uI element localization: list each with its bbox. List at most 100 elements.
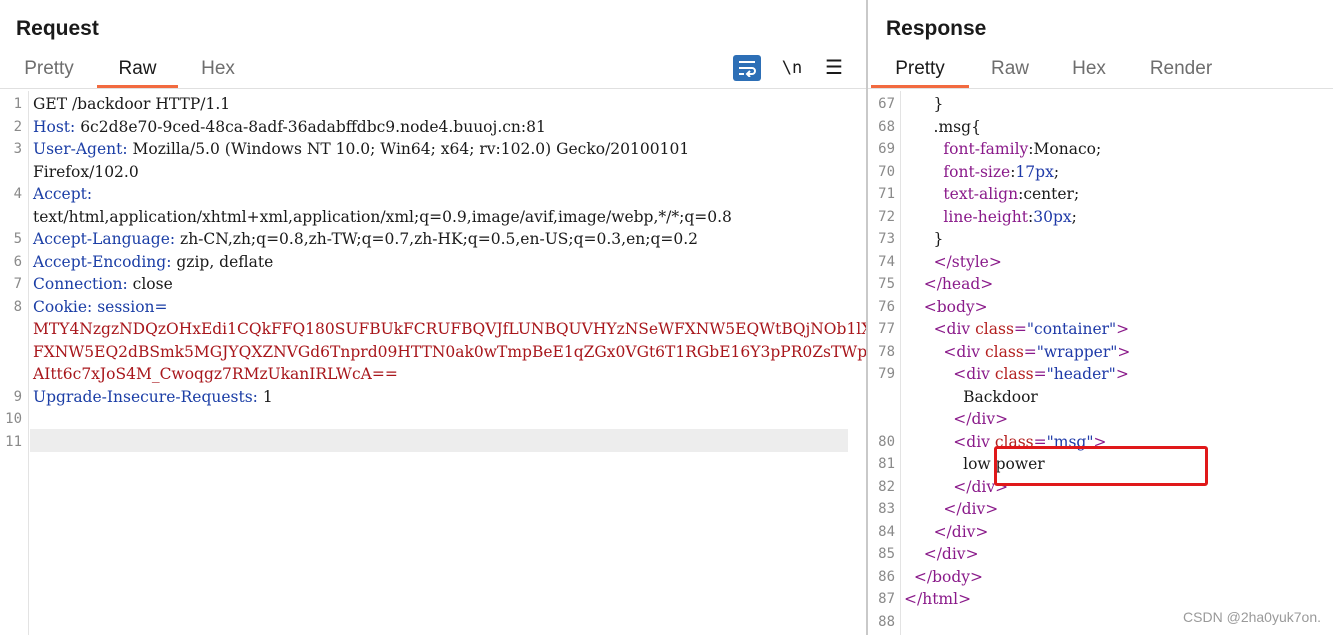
code-token: font-family: [943, 140, 1029, 158]
code-token: </div>: [923, 545, 979, 563]
line-number: 71: [878, 186, 895, 202]
hamburger-menu-icon[interactable]: ☰: [822, 55, 846, 81]
response-tab-hex[interactable]: Hex: [1061, 56, 1117, 88]
code-token: ;: [1053, 162, 1060, 181]
cookie-value: FXNW5EQ2dBSmk5MGJYQXZNVGd6Tnprd09HTTN0ak…: [33, 342, 866, 361]
cookie-value: AItt6c7xJoS4M_Cwoqgz7RMzUkanIRLWcA==: [33, 365, 398, 383]
response-tab-render[interactable]: Render: [1143, 56, 1219, 88]
request-line: 10: [0, 408, 866, 431]
request-title: Request: [16, 17, 99, 40]
code-token: 30px: [1033, 207, 1072, 226]
line-number: 74: [878, 253, 895, 270]
line-number: 82: [878, 478, 895, 495]
code-text: <div class="header">: [904, 363, 1129, 386]
code-token: font-size: [943, 162, 1011, 181]
show-newlines-button[interactable]: \n: [780, 55, 804, 81]
code-text: Accept:: [33, 183, 92, 206]
code-token: Backdoor: [904, 387, 1038, 406]
request-tab-raw[interactable]: Raw: [97, 56, 178, 88]
line-number: 78: [878, 343, 895, 360]
response-line: 87 </html>: [868, 588, 1333, 611]
wrap-lines-icon[interactable]: [733, 55, 761, 81]
request-line: 11: [0, 431, 866, 454]
response-line: 71 text-align:center;: [868, 183, 1333, 206]
line-number: 6: [13, 253, 22, 270]
response-line: 84 </div>: [868, 521, 1333, 544]
response-pane: Response Pretty Raw Hex Render 67 } 68 .m…: [868, 0, 1333, 635]
code-token: "container": [1026, 320, 1117, 338]
line-number: 75: [878, 276, 895, 292]
request-tab-hex[interactable]: Hex: [190, 56, 246, 88]
line-number: 86: [878, 568, 895, 585]
response-line: 86 </body>: [868, 566, 1333, 589]
request-line: 9 Upgrade-Insecure-Requests: 1: [0, 386, 866, 409]
code-token: "msg": [1046, 432, 1094, 451]
request-line: 2 Host: 6c2d8e70-9ced-48ca-8adf-36adabffd…: [0, 116, 866, 139]
line-number: 9: [13, 388, 22, 405]
request-line: FXNW5EQ2dBSmk5MGJYQXZNVGd6Tnprd09HTTN0ak…: [0, 341, 866, 364]
code-text: AItt6c7xJoS4M_Cwoqgz7RMzUkanIRLWcA==: [33, 363, 398, 386]
code-text: <div class="wrapper">: [904, 341, 1130, 364]
request-line: AItt6c7xJoS4M_Cwoqgz7RMzUkanIRLWcA==: [0, 363, 866, 386]
code-token: line-height: [943, 207, 1028, 226]
response-tabs: Pretty Raw Hex Render: [868, 56, 1333, 88]
response-editor[interactable]: 67 } 68 .msg{69 font-family:Monaco; 70 fon…: [868, 91, 1333, 635]
code-token: >: [1115, 365, 1129, 383]
response-line: 76 <body>: [868, 296, 1333, 319]
response-title: Response: [886, 17, 987, 40]
header-value: Mozilla/5.0 (Windows NT 10.0; Win64; x64…: [127, 140, 690, 158]
line-number: 73: [878, 231, 895, 247]
code-token: </div>: [933, 522, 989, 541]
line-number: 1: [13, 96, 22, 112]
line-number: 10: [5, 411, 22, 427]
request-editor[interactable]: 1 GET /backdoor HTTP/1.1 2 Host: 6c2d8e70-9…: [0, 91, 866, 635]
code-token: class: [994, 365, 1034, 383]
request-line: 7 Connection: close: [0, 273, 866, 296]
code-text: Host: 6c2d8e70-9ced-48ca-8adf-36adabffdb…: [33, 116, 546, 139]
code-text: Backdoor: [904, 386, 1038, 409]
code-token: <div: [953, 432, 995, 451]
code-text: </html>: [904, 588, 971, 611]
code-text: line-height:30px;: [904, 206, 1076, 229]
request-line: Firefox/102.0: [0, 161, 866, 184]
response-line: 77 <div class="container">: [868, 318, 1333, 341]
header-value: 1: [257, 387, 273, 406]
code-text: </div>: [904, 521, 989, 544]
code-token: low power: [904, 455, 1045, 473]
response-tab-raw[interactable]: Raw: [980, 56, 1040, 88]
request-tab-pretty[interactable]: Pretty: [16, 56, 82, 88]
response-line: 79 <div class="header">: [868, 363, 1333, 386]
code-text: }: [904, 93, 944, 116]
request-line: 1 GET /backdoor HTTP/1.1: [0, 93, 866, 116]
code-token: =: [1023, 342, 1037, 361]
line-number: 3: [13, 141, 22, 157]
header-key: Host:: [33, 117, 76, 136]
response-line: 81 low power: [868, 453, 1333, 476]
line-number: 67: [878, 96, 895, 112]
code-text: User-Agent: Mozilla/5.0 (Windows NT 10.0…: [33, 138, 689, 161]
code-token: text-align: [943, 185, 1019, 203]
response-tab-pretty[interactable]: Pretty: [871, 56, 969, 88]
code-token: class: [975, 320, 1014, 338]
code-token: =: [1033, 432, 1047, 451]
code-token: </div>: [953, 477, 1009, 496]
code-text: <div class="container">: [904, 318, 1130, 341]
line-number: 87: [878, 591, 895, 607]
code-text: Connection: close: [33, 273, 173, 296]
code-token: }: [904, 95, 944, 113]
line-number: 4: [13, 186, 22, 202]
line-number: 2: [13, 118, 22, 135]
line-number: 77: [878, 321, 895, 337]
tab-divider: [868, 88, 1333, 89]
line-number: 68: [878, 118, 895, 135]
